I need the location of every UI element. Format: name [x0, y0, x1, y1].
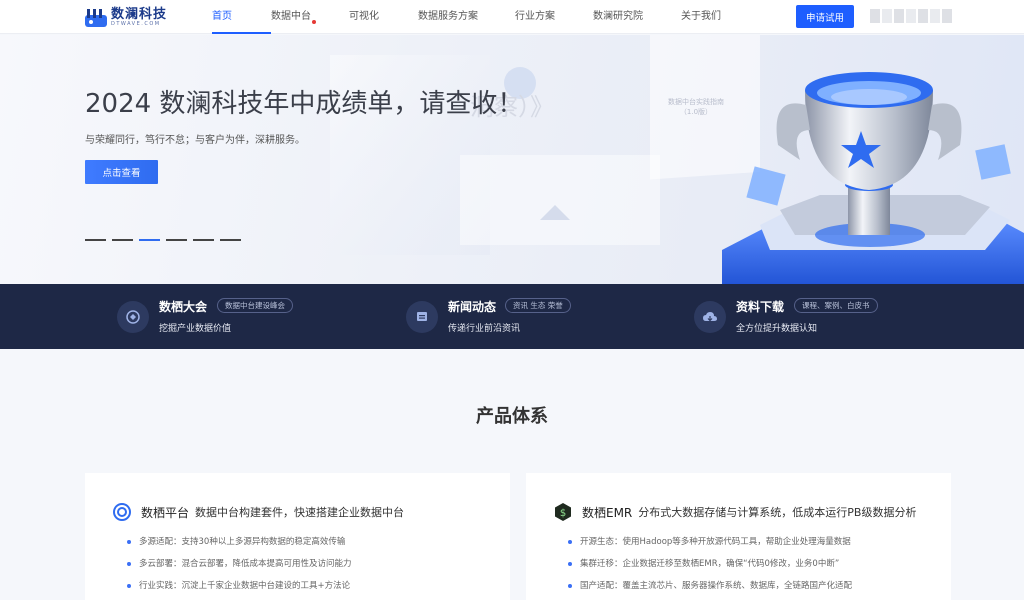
nav-item-data-service[interactable]: 数据服务方案 [418, 0, 515, 34]
band-item-news[interactable]: 新闻动态 资讯 生态 荣誉 传递行业前沿资讯 [406, 284, 606, 349]
band-tag: 课程、案例、白皮书 [794, 298, 878, 313]
summit-icon [117, 301, 149, 333]
product-feature: 开源生态：使用Hadoop等多种开放源代码工具，帮助企业处理海量数据 [566, 531, 852, 553]
band-item-summit[interactable]: 数栖大会 数据中台建设峰会 挖掘产业数据价值 [117, 284, 317, 349]
platform-logo-icon [113, 503, 131, 521]
view-details-button[interactable]: 点击查看 [85, 160, 158, 184]
carousel-dot[interactable] [85, 239, 106, 241]
hero-subtitle: 与荣耀同行，笃行不怠；与客户为伴，深耕服务。 [85, 135, 305, 146]
user-account-blurred[interactable] [870, 9, 956, 23]
news-icon [406, 301, 438, 333]
cloud-download-icon [694, 301, 726, 333]
hero-title: 2024 数澜科技年中成绩单，请查收！ [85, 89, 524, 119]
product-feature-list: 多源适配：支持30种以上多源异构数据的稳定高效传输 多云部署：混合云部署，降低成… [125, 531, 352, 597]
product-card-platform[interactable]: 数栖平台 数据中台构建套件，快速搭建企业数据中台 多源适配：支持30种以上多源异… [85, 473, 510, 600]
product-feature: 国产适配：覆盖主流芯片、服务器操作系统、数据库，全链路国产化适配 [566, 575, 852, 597]
carousel-dot[interactable] [166, 239, 187, 241]
product-feature: 行业实践：沉淀上千家企业数据中台建设的工具+方法论 [125, 575, 352, 597]
product-name: 数栖平台 [141, 505, 190, 520]
nav-menu: 首页 数据中台 可视化 数据服务方案 行业方案 数澜研究院 关于我们 [212, 0, 741, 34]
nav-item-home[interactable]: 首页 [212, 0, 271, 34]
product-feature: 多云部署：混合云部署，降低成本提高可用性及访问能力 [125, 553, 352, 575]
brand-name: 数澜科技 [111, 7, 168, 22]
band-tag: 资讯 生态 荣誉 [505, 298, 571, 313]
product-feature: 集群迁移：企业数据迁移至数栖EMR，确保“代码0修改，业务0中断” [566, 553, 852, 575]
product-feature-list: 开源生态：使用Hadoop等多种开放源代码工具，帮助企业处理海量数据 集群迁移：… [566, 531, 852, 597]
band-desc: 挖掘产业数据价值 [159, 324, 232, 334]
band-desc: 传递行业前沿资讯 [448, 324, 521, 334]
hero-banner[interactable]: 洞察）》 数据中台实践指南 （1.0版） 2024 数澜科技年中成绩单，请查收！… [0, 35, 1024, 284]
nav-item-visualization[interactable]: 可视化 [349, 0, 418, 34]
logo[interactable]: 数澜科技 DTWAVE.COM [85, 8, 167, 27]
emr-logo-icon: $ [555, 503, 571, 521]
band-desc: 全方位提升数据认知 [736, 324, 818, 334]
feature-band: 数栖大会 数据中台建设峰会 挖掘产业数据价值 新闻动态 资讯 生态 荣誉 传递行… [0, 284, 1024, 349]
nav-item-data-platform[interactable]: 数据中台 [271, 0, 349, 34]
carousel-dot[interactable] [220, 239, 241, 241]
product-desc: 分布式大数据存储与计算系统，低成本运行PB级数据分析 [638, 506, 917, 519]
brand-sub: DTWAVE.COM [111, 21, 161, 27]
nav-item-institute[interactable]: 数澜研究院 [593, 0, 681, 34]
top-nav: 数澜科技 DTWAVE.COM 首页 数据中台 可视化 数据服务方案 行业方案 … [0, 0, 1024, 34]
product-feature: 多源适配：支持30种以上多源异构数据的稳定高效传输 [125, 531, 352, 553]
svg-text:$: $ [560, 508, 566, 519]
carousel-dot[interactable] [112, 239, 133, 241]
product-name: 数栖EMR [582, 505, 633, 520]
carousel-indicators [85, 239, 241, 241]
carousel-dot[interactable] [193, 239, 214, 241]
band-title: 资料下载 [736, 300, 785, 314]
band-item-download[interactable]: 资料下载 课程、案例、白皮书 全方位提升数据认知 [694, 284, 894, 349]
hero-ghost-caption: 数据中台实践指南 （1.0版） [668, 98, 724, 116]
products-section-title: 产品体系 [476, 406, 548, 427]
logo-icon [85, 8, 107, 27]
band-title: 数栖大会 [159, 300, 208, 314]
nav-item-about[interactable]: 关于我们 [681, 0, 741, 34]
product-card-emr[interactable]: $ 数栖EMR 分布式大数据存储与计算系统，低成本运行PB级数据分析 开源生态：… [526, 473, 951, 600]
carousel-dot-active[interactable] [139, 239, 160, 241]
notification-dot [312, 20, 316, 24]
band-title: 新闻动态 [448, 300, 497, 314]
apply-trial-button[interactable]: 申请试用 [796, 5, 854, 28]
nav-item-industry[interactable]: 行业方案 [515, 0, 593, 34]
band-tag: 数据中台建设峰会 [217, 298, 293, 313]
product-desc: 数据中台构建套件，快速搭建企业数据中台 [195, 506, 405, 519]
